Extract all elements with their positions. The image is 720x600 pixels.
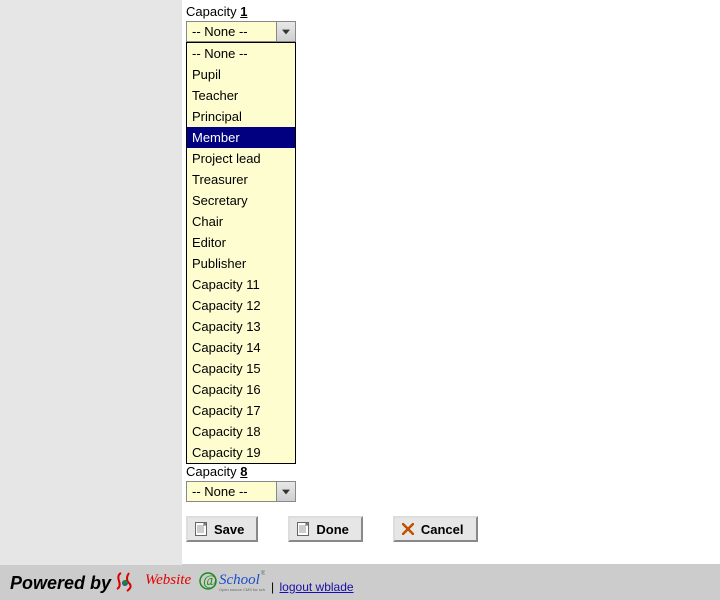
save-button[interactable]: Save xyxy=(186,516,258,542)
capacity-1-option[interactable]: Editor xyxy=(187,232,295,253)
capacity-8-label-prefix: Capacity xyxy=(186,464,240,479)
chevron-down-icon xyxy=(276,22,295,41)
capacity-1-option[interactable]: Teacher xyxy=(187,85,295,106)
capacity-1-option[interactable]: Chair xyxy=(187,211,295,232)
capacity-1-option[interactable]: Capacity 19 xyxy=(187,442,295,463)
capacity-8-label-num: 8 xyxy=(240,464,247,479)
document-icon xyxy=(296,521,310,537)
capacity-1-option[interactable]: Pupil xyxy=(187,64,295,85)
done-button[interactable]: Done xyxy=(288,516,363,542)
capacity-1-option[interactable]: Capacity 17 xyxy=(187,400,295,421)
chevron-down-icon xyxy=(276,482,295,501)
capacity-1-option[interactable]: Principal xyxy=(187,106,295,127)
website-at-school-logo: Website @ School Open source CMS for sch… xyxy=(115,568,265,594)
cancel-button[interactable]: Cancel xyxy=(393,516,478,542)
document-icon xyxy=(194,521,208,537)
capacity-1-selected-value: -- None -- xyxy=(192,24,248,39)
svg-text:@: @ xyxy=(203,573,217,589)
left-gutter xyxy=(0,0,182,565)
capacity-1-option[interactable]: Capacity 12 xyxy=(187,295,295,316)
capacity-1-option[interactable]: -- None -- xyxy=(187,43,295,64)
capacity-1-option[interactable]: Capacity 14 xyxy=(187,337,295,358)
capacity-1-option[interactable]: Publisher xyxy=(187,253,295,274)
capacity-1-label: Capacity 1 xyxy=(186,4,716,19)
powered-by-label: Powered by xyxy=(10,573,111,594)
save-button-label: Save xyxy=(214,522,244,537)
capacity-1-option[interactable]: Member xyxy=(187,127,295,148)
capacity-1-option[interactable]: Capacity 16 xyxy=(187,379,295,400)
capacity-1-option[interactable]: Capacity 15 xyxy=(187,358,295,379)
logout-link[interactable]: logout wblade xyxy=(280,580,354,594)
capacity-1-option[interactable]: Capacity 11 xyxy=(187,274,295,295)
capacity-1-option[interactable]: Capacity 13 xyxy=(187,316,295,337)
footer-divider: | xyxy=(271,580,274,594)
capacity-8-label: Capacity 8 xyxy=(186,464,716,479)
capacity-1-label-num: 1 xyxy=(240,4,247,19)
capacity-1-option[interactable]: Secretary xyxy=(187,190,295,211)
capacity-1-option[interactable]: Treasurer xyxy=(187,169,295,190)
capacity-1-label-prefix: Capacity xyxy=(186,4,240,19)
done-button-label: Done xyxy=(316,522,349,537)
cancel-icon xyxy=(401,521,415,537)
svg-text:®: ® xyxy=(261,570,265,577)
capacity-8-select[interactable]: -- None -- xyxy=(186,481,296,502)
capacity-1-option[interactable]: Capacity 18 xyxy=(187,421,295,442)
capacity-1-dropdown[interactable]: -- None --PupilTeacherPrincipalMemberPro… xyxy=(186,42,296,464)
capacity-1-select[interactable]: -- None -- xyxy=(186,21,296,42)
svg-text:Open source CMS for schools: Open source CMS for schools xyxy=(219,587,265,592)
logo-text-website: Website xyxy=(145,572,191,588)
capacity-1-option[interactable]: Project lead xyxy=(187,148,295,169)
logo-text-school: School xyxy=(219,572,260,588)
cancel-button-label: Cancel xyxy=(421,522,464,537)
capacity-8-selected-value: -- None -- xyxy=(192,484,248,499)
